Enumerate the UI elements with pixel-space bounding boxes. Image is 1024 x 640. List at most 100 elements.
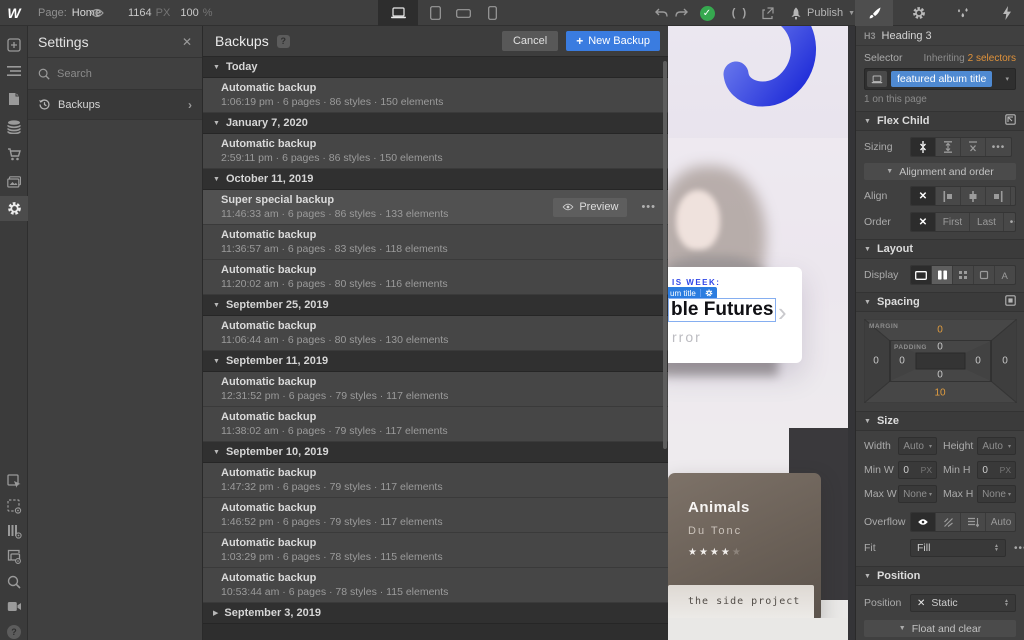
cancel-button[interactable]: Cancel	[502, 31, 558, 51]
tab-style-panel[interactable]	[855, 0, 893, 26]
overflow-auto-button[interactable]: Auto	[986, 513, 1016, 531]
help-icon[interactable]: ?	[0, 619, 28, 640]
preview-toggle-icon[interactable]	[90, 0, 104, 26]
max-height-field[interactable]: None▾	[977, 485, 1016, 503]
width-field[interactable]: Auto▾	[898, 437, 937, 455]
preview-button[interactable]: Preview	[553, 198, 627, 217]
spacing-widget[interactable]: MARGIN PADDING 0 10 0 0 0 0 0 0	[864, 319, 1017, 403]
scrollbar-thumb[interactable]	[663, 61, 667, 449]
settings-icon[interactable]	[0, 196, 28, 221]
backup-row[interactable]: Automatic backup1:06:19 pm · 6 pages · 8…	[203, 78, 668, 113]
margin-right-value[interactable]: 0	[1002, 356, 1008, 367]
alignment-order-toggle[interactable]: ▼ Alignment and order	[864, 163, 1016, 180]
carousel-next-icon[interactable]: ›	[778, 297, 787, 328]
display-inline-block-button[interactable]	[974, 266, 995, 284]
featured-card[interactable]: IS WEEK: um title ble Futures rror ›	[668, 267, 802, 363]
align-end-button[interactable]	[986, 187, 1011, 205]
tab-style-manager[interactable]	[944, 0, 982, 26]
overflow-scroll-button[interactable]	[961, 513, 986, 531]
section-layout[interactable]: ▼ Layout	[856, 239, 1024, 259]
fit-select[interactable]: Fill ▲▼	[910, 539, 1006, 557]
new-backup-button[interactable]: + New Backup	[566, 31, 660, 51]
chevron-down-icon[interactable]: ▾	[1005, 75, 1009, 83]
display-block-button[interactable]	[911, 266, 932, 284]
overflow-visible-button[interactable]	[911, 513, 936, 531]
order-first-button[interactable]: First	[936, 213, 970, 231]
backup-group-header[interactable]: ▶September 3, 2019	[203, 603, 668, 624]
element-settings-gear-icon[interactable]	[700, 289, 713, 297]
xray-mode-icon[interactable]	[0, 494, 28, 519]
order-last-button[interactable]: Last	[970, 213, 1004, 231]
section-spacing[interactable]: ▼ Spacing	[856, 292, 1024, 312]
backup-row[interactable]: Automatic backup1:47:32 pm · 6 pages · 7…	[203, 463, 668, 498]
row-menu-button[interactable]: •••	[641, 201, 656, 213]
order-auto-button[interactable]: ✕	[911, 213, 936, 231]
tab-interactions[interactable]	[989, 0, 1024, 26]
padding-top-value[interactable]: 0	[937, 342, 943, 353]
sizing-shrink-button[interactable]	[911, 138, 936, 156]
ecommerce-icon[interactable]	[0, 142, 28, 167]
inheriting-count[interactable]: 2 selectors	[968, 53, 1016, 64]
device-tablet-icon[interactable]	[424, 0, 446, 26]
backup-row[interactable]: Automatic backup12:31:52 pm · 6 pages · …	[203, 372, 668, 407]
align-start-button[interactable]	[936, 187, 961, 205]
max-width-field[interactable]: None▾	[898, 485, 937, 503]
section-size[interactable]: ▼ Size	[856, 411, 1024, 431]
display-inline-button[interactable]: A	[995, 266, 1016, 284]
backup-group-header[interactable]: ▼January 7, 2020	[203, 113, 668, 134]
navigator-icon[interactable]	[0, 59, 28, 84]
device-desktop-icon[interactable]	[378, 0, 418, 26]
backup-row[interactable]: Automatic backup11:36:57 am · 6 pages · …	[203, 225, 668, 260]
margin-bottom-value[interactable]: 10	[934, 388, 945, 399]
selector-class-pill[interactable]: featured album title	[891, 71, 992, 87]
edit-element-tool-icon[interactable]	[0, 469, 28, 494]
sizing-fixed-button[interactable]	[961, 138, 986, 156]
margin-left-value[interactable]: 0	[873, 356, 879, 367]
backup-group-header[interactable]: ▼Today	[203, 57, 668, 78]
backup-group-header[interactable]: ▼October 11, 2019	[203, 169, 668, 190]
fit-more-button[interactable]: •••	[1014, 543, 1024, 554]
min-width-field[interactable]: 0PX	[898, 461, 937, 479]
backup-row[interactable]: Automatic backup11:06:44 am · 6 pages · …	[203, 316, 668, 351]
undo-icon[interactable]	[652, 0, 670, 26]
device-phone-landscape-icon[interactable]	[452, 0, 474, 26]
pages-icon[interactable]	[0, 86, 28, 111]
padding-right-value[interactable]: 0	[975, 356, 981, 367]
selected-heading-text[interactable]: ble Futures	[668, 298, 776, 322]
overflow-hidden-button[interactable]	[936, 513, 961, 531]
backup-row[interactable]: Automatic backup2:59:11 pm · 6 pages · 8…	[203, 134, 668, 169]
order-more-button[interactable]: •••	[1004, 213, 1016, 231]
zoom-tool-icon[interactable]	[0, 569, 28, 594]
backup-row[interactable]: Automatic backup10:53:44 am · 6 pages · …	[203, 568, 668, 603]
close-icon[interactable]: ✕	[182, 35, 192, 49]
element-breadcrumb[interactable]: H3 Heading 3	[856, 26, 1024, 46]
backup-group-header[interactable]: ▼September 11, 2019	[203, 351, 668, 372]
section-flex-child[interactable]: ▼ Flex Child	[856, 111, 1024, 131]
cms-icon[interactable]	[0, 114, 28, 139]
tab-element-settings[interactable]	[900, 0, 938, 26]
margin-top-value[interactable]: 0	[937, 325, 943, 336]
selector-input[interactable]: featured album title ▾	[864, 68, 1016, 90]
display-flex-button[interactable]	[932, 266, 953, 284]
height-field[interactable]: Auto▾	[977, 437, 1016, 455]
backup-group-header[interactable]: ▼September 25, 2019	[203, 295, 668, 316]
select-parent-icon[interactable]	[1005, 114, 1016, 128]
search-input[interactable]	[57, 68, 177, 80]
guides-icon[interactable]	[0, 519, 28, 544]
backup-row[interactable]: Automatic backup11:38:02 am · 6 pages · …	[203, 407, 668, 442]
position-select[interactable]: ✕ Static ▲▼	[910, 594, 1016, 612]
backup-group-header[interactable]: ▼September 10, 2019	[203, 442, 668, 463]
backup-row[interactable]: Automatic backup11:20:02 am · 6 pages · …	[203, 260, 668, 295]
align-stretch-button[interactable]	[1011, 187, 1016, 205]
sizing-more-button[interactable]: •••	[986, 138, 1011, 156]
video-tutorials-icon[interactable]	[0, 594, 28, 619]
share-icon[interactable]	[756, 0, 778, 26]
backup-row[interactable]: Automatic backup1:03:29 pm · 6 pages · 7…	[203, 533, 668, 568]
section-position[interactable]: ▼ Position	[856, 566, 1024, 586]
sidebar-item-backups[interactable]: Backups ›	[28, 90, 202, 120]
webflow-logo[interactable]: W	[0, 0, 28, 26]
padding-left-value[interactable]: 0	[899, 356, 905, 367]
min-height-field[interactable]: 0PX	[977, 461, 1016, 479]
canvas-dimensions[interactable]: 1164 PX 100 %	[128, 0, 212, 26]
backup-row[interactable]: Automatic backup1:46:52 pm · 6 pages · 7…	[203, 498, 668, 533]
